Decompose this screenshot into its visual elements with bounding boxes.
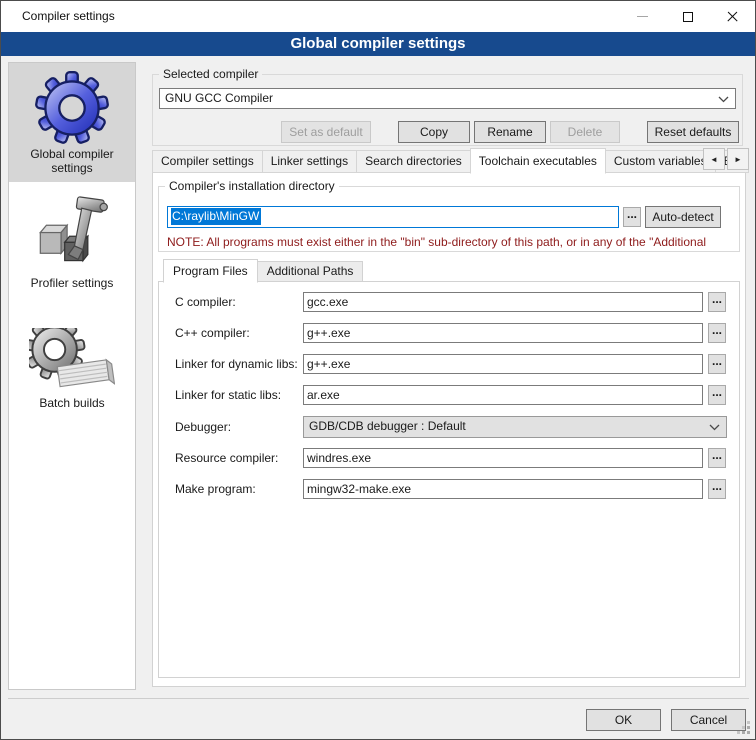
debugger-label: Debugger: bbox=[175, 420, 231, 434]
rename-button[interactable]: Rename bbox=[474, 121, 546, 143]
installation-directory-group-label: Compiler's installation directory bbox=[165, 179, 339, 193]
caliper-icon bbox=[33, 196, 111, 274]
minimize-icon bbox=[637, 16, 648, 17]
toolchain-subtab-bar: Program Files Additional Paths bbox=[163, 258, 362, 282]
tab-custom-variables[interactable]: Custom variables bbox=[605, 150, 716, 173]
scroll-left-icon: ◄ bbox=[710, 155, 718, 164]
tab-linker-settings[interactable]: Linker settings bbox=[262, 150, 357, 173]
c-compiler-label: C compiler: bbox=[175, 295, 236, 309]
resource-compiler-browse-button[interactable]: ... bbox=[708, 448, 726, 468]
installation-directory-browse-button[interactable]: ... bbox=[623, 207, 641, 227]
sidebar-item-label: Global compiler settings bbox=[11, 147, 133, 175]
minimize-button[interactable] bbox=[620, 1, 665, 32]
compiler-select-value: GNU GCC Compiler bbox=[165, 91, 273, 105]
resource-compiler-input[interactable] bbox=[303, 448, 703, 468]
debugger-select[interactable]: GDB/CDB debugger : Default bbox=[303, 416, 727, 438]
linker-dynamic-browse-button[interactable]: ... bbox=[708, 354, 726, 374]
compiler-select[interactable]: GNU GCC Compiler bbox=[159, 88, 736, 109]
window-controls bbox=[620, 1, 755, 32]
bin-subdirectory-note: NOTE: All programs must exist either in … bbox=[167, 235, 729, 249]
selected-compiler-group: Selected compiler GNU GCC Compiler Set a… bbox=[152, 74, 743, 146]
installation-directory-selected-text: C:\raylib\MinGW bbox=[171, 208, 261, 225]
delete-button[interactable]: Delete bbox=[550, 121, 620, 143]
copy-button[interactable]: Copy bbox=[398, 121, 470, 143]
chevron-down-icon bbox=[709, 424, 720, 431]
tab-scroll-right-button[interactable]: ► bbox=[727, 148, 749, 170]
debugger-select-value: GDB/CDB debugger : Default bbox=[309, 419, 466, 433]
window-title: Compiler settings bbox=[22, 1, 115, 32]
tab-scroll-left-button[interactable]: ◄ bbox=[703, 148, 725, 170]
dialog-header: Global compiler settings bbox=[1, 32, 755, 56]
reset-defaults-button[interactable]: Reset defaults bbox=[647, 121, 739, 143]
linker-dynamic-label: Linker for dynamic libs: bbox=[175, 357, 298, 371]
maximize-button[interactable] bbox=[665, 1, 710, 32]
sidebar-item-batch-builds[interactable]: Batch builds bbox=[9, 321, 135, 417]
tab-compiler-settings[interactable]: Compiler settings bbox=[152, 150, 263, 173]
installation-directory-input[interactable]: C:\raylib\MinGW bbox=[167, 206, 619, 228]
settings-tab-bar: Compiler settings Linker settings Search… bbox=[152, 147, 748, 173]
ok-button[interactable]: OK bbox=[586, 709, 661, 731]
make-program-input[interactable] bbox=[303, 479, 703, 499]
cpp-compiler-label: C++ compiler: bbox=[175, 326, 250, 340]
compiler-settings-dialog: Compiler settings Global compiler settin… bbox=[0, 0, 756, 740]
linker-static-label: Linker for static libs: bbox=[175, 388, 281, 402]
set-as-default-button[interactable]: Set as default bbox=[281, 121, 371, 143]
settings-sidebar: Global compiler settings P bbox=[8, 62, 136, 690]
page-title: Global compiler settings bbox=[1, 32, 755, 55]
selected-compiler-group-label: Selected compiler bbox=[159, 67, 262, 81]
sidebar-item-profiler-settings[interactable]: Profiler settings bbox=[9, 189, 135, 297]
cpp-compiler-browse-button[interactable]: ... bbox=[708, 323, 726, 343]
cpp-compiler-input[interactable] bbox=[303, 323, 703, 343]
sidebar-item-global-compiler-settings[interactable]: Global compiler settings bbox=[9, 63, 135, 182]
linker-static-input[interactable] bbox=[303, 385, 703, 405]
tab-program-files[interactable]: Program Files bbox=[163, 259, 258, 283]
tab-additional-paths[interactable]: Additional Paths bbox=[257, 261, 364, 282]
sidebar-item-label: Profiler settings bbox=[31, 276, 114, 290]
toolchain-executables-page: Compiler's installation directory C:\ray… bbox=[152, 172, 746, 687]
sidebar-item-label: Batch builds bbox=[39, 396, 104, 410]
tab-search-directories[interactable]: Search directories bbox=[356, 150, 471, 173]
cancel-button[interactable]: Cancel bbox=[671, 709, 746, 731]
linker-dynamic-input[interactable] bbox=[303, 354, 703, 374]
close-icon bbox=[726, 10, 739, 23]
auto-detect-button[interactable]: Auto-detect bbox=[645, 206, 721, 228]
maximize-icon bbox=[683, 12, 693, 22]
tab-scroll-buttons: ◄ ► bbox=[701, 148, 749, 170]
gear-stack-icon bbox=[29, 328, 115, 394]
c-compiler-browse-button[interactable]: ... bbox=[708, 292, 726, 312]
chevron-down-icon bbox=[718, 96, 729, 103]
linker-static-browse-button[interactable]: ... bbox=[708, 385, 726, 405]
title-bar[interactable]: Compiler settings bbox=[1, 1, 755, 32]
make-program-browse-button[interactable]: ... bbox=[708, 479, 726, 499]
make-program-label: Make program: bbox=[175, 482, 256, 496]
scroll-right-icon: ► bbox=[734, 155, 742, 164]
close-button[interactable] bbox=[710, 1, 755, 32]
tab-toolchain-executables[interactable]: Toolchain executables bbox=[470, 148, 606, 174]
c-compiler-input[interactable] bbox=[303, 292, 703, 312]
resource-compiler-label: Resource compiler: bbox=[175, 451, 278, 465]
gear-blue-icon bbox=[35, 71, 109, 145]
resize-grip[interactable] bbox=[747, 731, 750, 734]
footer-separator bbox=[8, 698, 749, 699]
program-files-panel: C compiler: ... C++ compiler: ... Linker… bbox=[158, 281, 740, 678]
